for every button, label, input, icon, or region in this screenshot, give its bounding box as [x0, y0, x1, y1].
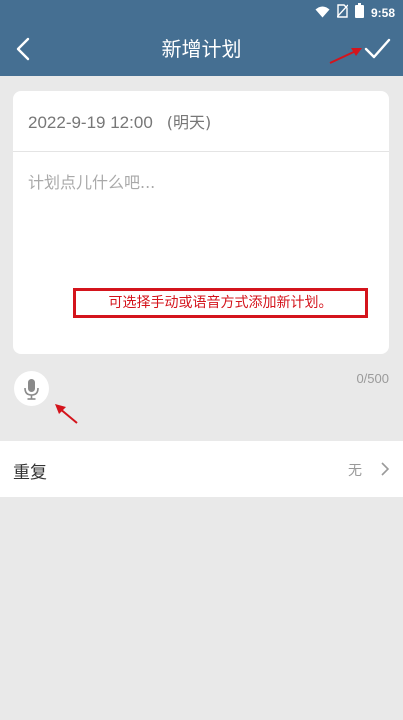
status-time: 9:58	[370, 5, 395, 20]
plan-text-input[interactable]: 计划点儿什么吧...	[28, 169, 155, 193]
annotation-note: 可选择手动或语音方式添加新计划。	[73, 288, 368, 318]
status-bar: 9:58	[0, 0, 403, 22]
wifi-icon	[315, 3, 330, 22]
annotation-arrow-mic	[55, 404, 78, 424]
checkmark-icon	[364, 38, 391, 59]
chevron-right-icon	[380, 461, 390, 481]
battery-icon	[354, 3, 364, 22]
chevron-left-icon	[16, 37, 30, 61]
confirm-button[interactable]	[361, 34, 393, 64]
back-button[interactable]	[10, 34, 40, 64]
plan-card: 2022-9-19 12:00 (明天) 计划点儿什么吧... 可选择手动或语音方…	[13, 91, 389, 354]
no-sim-icon	[336, 3, 349, 22]
status-icons: 9:58	[315, 3, 395, 22]
repeat-value: 无	[348, 463, 362, 479]
microphone-icon	[24, 379, 39, 400]
voice-input-button[interactable]	[14, 371, 49, 406]
relative-day-label: (明天)	[166, 113, 212, 132]
datetime-value: 2022-9-19 12:00	[28, 113, 153, 132]
annotation-arrow-confirm	[329, 48, 362, 64]
character-counter: 0/500	[356, 371, 389, 386]
repeat-label: 重复	[13, 463, 47, 483]
datetime-picker[interactable]: 2022-9-19 12:00 (明天)	[13, 91, 389, 152]
repeat-setting-row[interactable]: 重复 无	[0, 441, 403, 497]
